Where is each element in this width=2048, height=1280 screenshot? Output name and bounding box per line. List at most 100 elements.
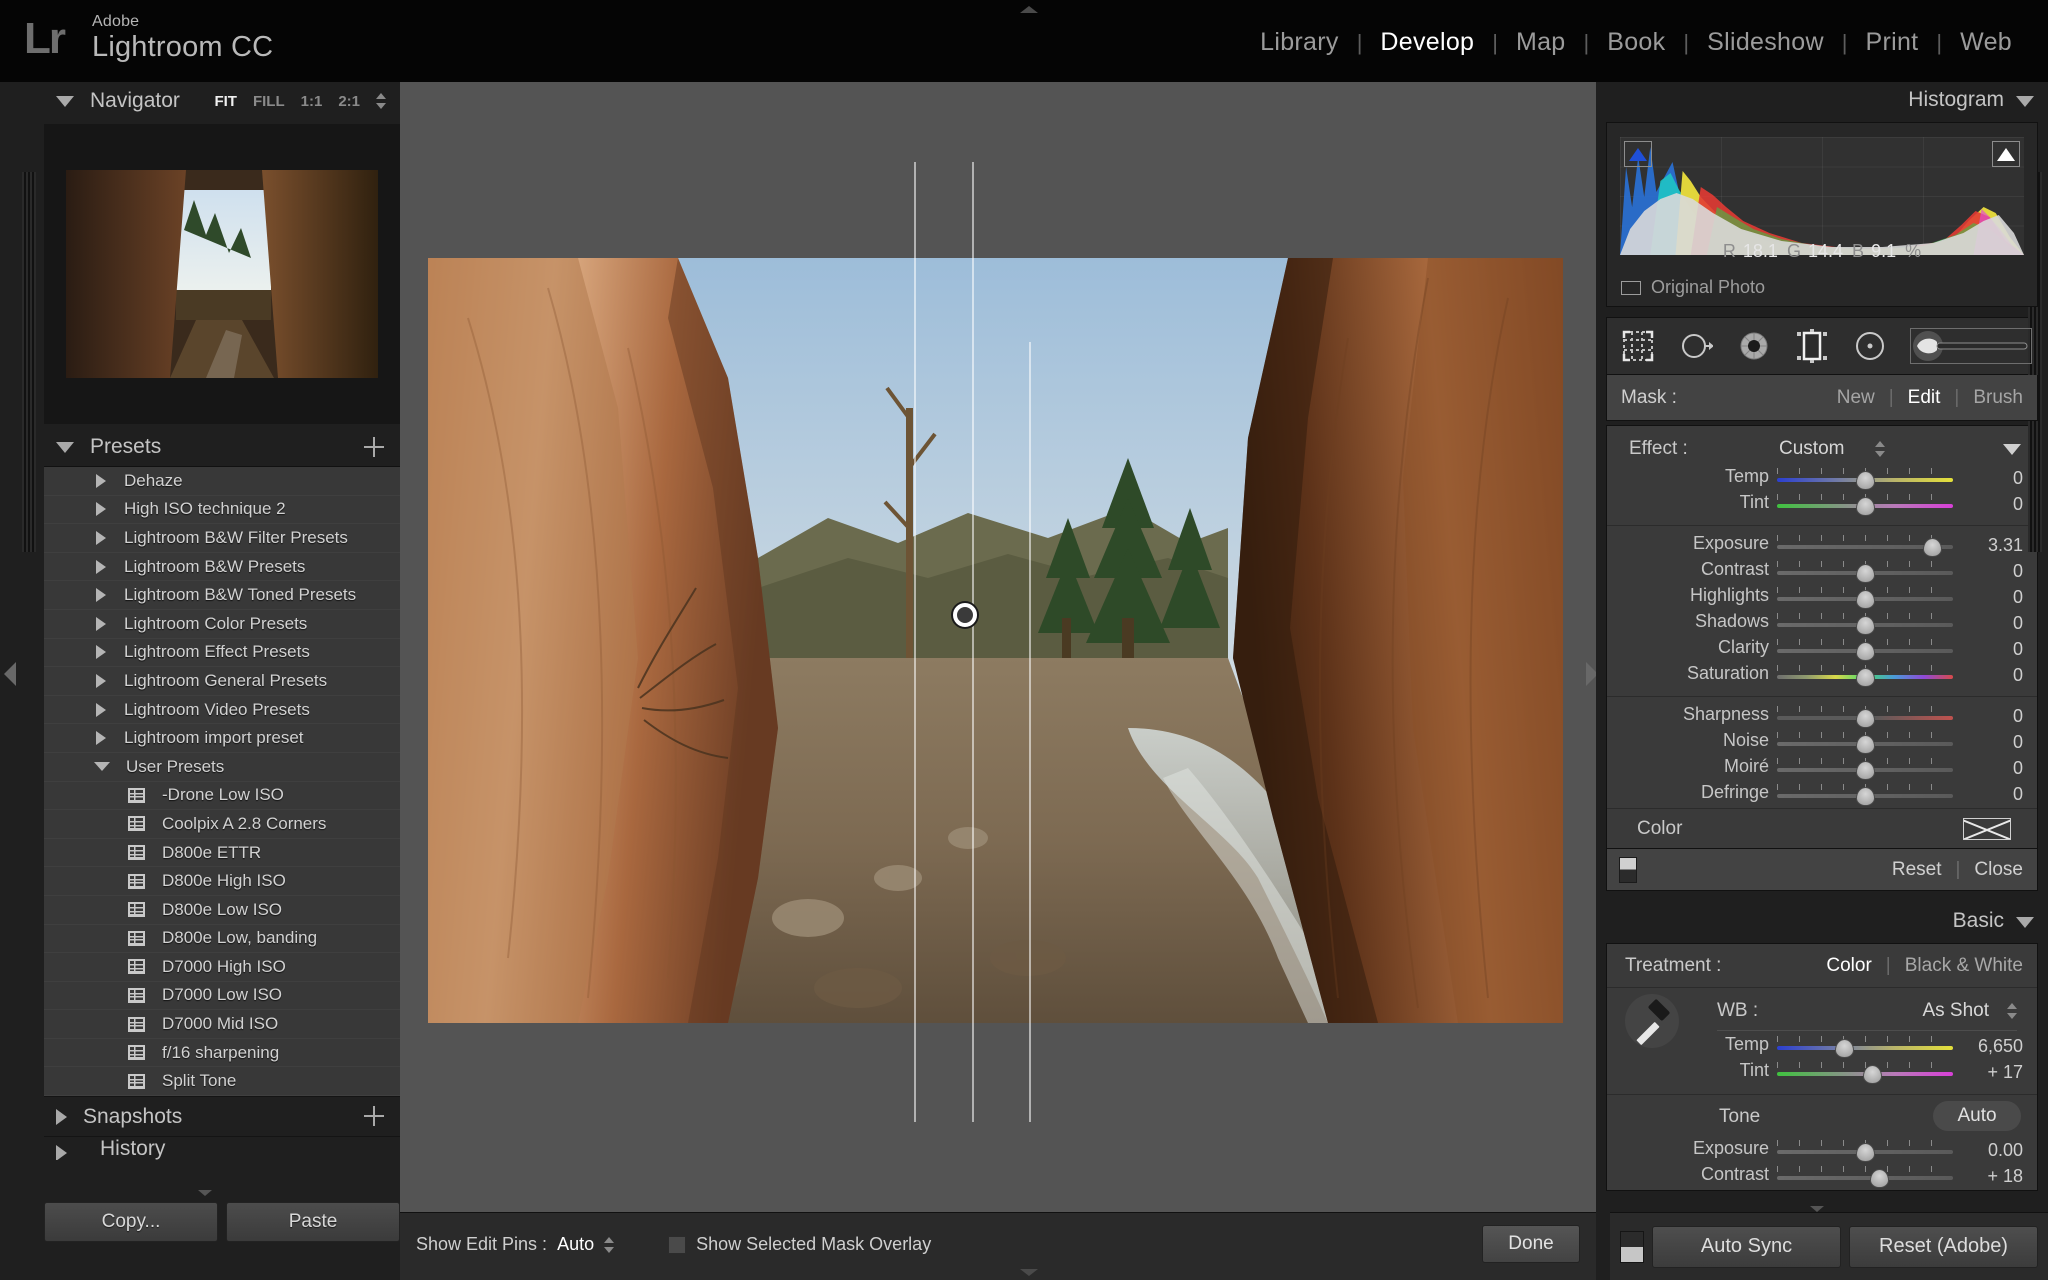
stepper-icon[interactable]: [2007, 1002, 2017, 1020]
mask-brush-button[interactable]: Brush: [1973, 387, 2023, 409]
snapshots-header[interactable]: Snapshots: [44, 1096, 400, 1137]
slider-knob[interactable]: [1856, 1143, 1875, 1162]
slider-moir-[interactable]: Moiré 0: [1607, 756, 2037, 782]
preset-folder[interactable]: Lightroom Video Presets: [44, 696, 400, 725]
wb-value[interactable]: As Shot: [1922, 1000, 1989, 1022]
slider-value[interactable]: 0: [1957, 665, 2023, 686]
module-develop[interactable]: Develop: [1362, 28, 1492, 57]
slider-exposure[interactable]: Exposure 3.31: [1607, 533, 2037, 559]
slider-knob[interactable]: [1856, 564, 1875, 583]
left-panel-collapse-arrow[interactable]: [4, 662, 16, 686]
slider-knob[interactable]: [1863, 1065, 1883, 1084]
bottom-filmstrip-caret[interactable]: [1020, 1269, 1038, 1276]
slider-value[interactable]: + 18: [1957, 1166, 2023, 1187]
preset-folder[interactable]: Lightroom B&W Presets: [44, 553, 400, 582]
slider-clarity[interactable]: Clarity 0: [1607, 637, 2037, 663]
adjustment-brush-tool-icon[interactable]: [1911, 329, 2031, 363]
zoom-level-1-1[interactable]: 1:1: [301, 93, 323, 110]
preset-folder[interactable]: Lightroom Effect Presets: [44, 639, 400, 668]
slider-knob[interactable]: [1922, 538, 1942, 557]
stepper-icon[interactable]: [376, 92, 386, 110]
highlight-clipping-indicator[interactable]: [1992, 141, 2020, 167]
slider-saturation[interactable]: Saturation 0: [1607, 663, 2037, 689]
slider-temp[interactable]: Temp 0: [1607, 466, 2037, 492]
slider-value[interactable]: 0: [1957, 639, 2023, 660]
basic-header[interactable]: Basic: [1596, 903, 2048, 943]
slider-value[interactable]: 0: [1957, 732, 2023, 753]
preset-item[interactable]: -Drone Low ISO: [44, 782, 400, 811]
slider-tint[interactable]: Tint + 17: [1607, 1060, 2037, 1086]
mask-edit-pin[interactable]: [953, 603, 977, 627]
presets-header[interactable]: Presets: [44, 428, 400, 466]
preset-folder[interactable]: Lightroom Color Presets: [44, 610, 400, 639]
graduated-filter-tool-icon[interactable]: [1795, 329, 1829, 363]
color-swatch-none-icon[interactable]: [1963, 817, 2011, 840]
radial-filter-tool-icon[interactable]: [1853, 329, 1887, 363]
add-snapshot-icon[interactable]: [364, 1106, 384, 1127]
preset-item[interactable]: D7000 High ISO: [44, 953, 400, 982]
add-preset-icon[interactable]: [364, 437, 384, 457]
zoom-level-2-1[interactable]: 2:1: [338, 93, 360, 110]
effect-preset-row[interactable]: Effect : Custom: [1607, 432, 2037, 466]
preset-folder[interactable]: Lightroom B&W Toned Presets: [44, 581, 400, 610]
slider-value[interactable]: 0: [1957, 784, 2023, 805]
reset-adobe-button[interactable]: Reset (Adobe): [1849, 1225, 2038, 1268]
slider-knob[interactable]: [1856, 761, 1875, 780]
slider-shadows[interactable]: Shadows 0: [1607, 611, 2037, 637]
slider-value[interactable]: 6,650: [1957, 1036, 2023, 1057]
preset-item[interactable]: D800e High ISO: [44, 867, 400, 896]
preset-item[interactable]: D800e ETTR: [44, 839, 400, 868]
slider-value[interactable]: 3.31: [1957, 535, 2023, 556]
preset-folder[interactable]: Lightroom import preset: [44, 724, 400, 753]
module-book[interactable]: Book: [1589, 28, 1683, 57]
left-panel-bottom-caret[interactable]: [198, 1190, 212, 1196]
done-button[interactable]: Done: [1482, 1225, 1580, 1263]
original-photo-toggle[interactable]: Original Photo: [1621, 277, 1765, 298]
mask-edit-button[interactable]: Edit: [1908, 387, 1941, 409]
treatment-bw-button[interactable]: Black & White: [1905, 955, 2023, 977]
slider-temp[interactable]: Temp 6,650: [1607, 1034, 2037, 1060]
effect-value[interactable]: Custom: [1779, 438, 1844, 460]
preset-item[interactable]: Split Tone: [44, 1067, 400, 1097]
shadow-clipping-indicator[interactable]: [1624, 141, 1652, 167]
preset-item[interactable]: D7000 Low ISO: [44, 982, 400, 1011]
histogram-header[interactable]: Histogram: [1596, 82, 2048, 120]
preset-folder[interactable]: Lightroom B&W Filter Presets: [44, 524, 400, 553]
history-header[interactable]: History: [44, 1136, 400, 1161]
preset-folder[interactable]: High ISO technique 2: [44, 496, 400, 525]
slider-knob[interactable]: [1856, 616, 1875, 635]
auto-sync-button[interactable]: Auto Sync: [1652, 1225, 1841, 1268]
image-canvas[interactable]: [400, 82, 1596, 1212]
photo-preview[interactable]: [428, 258, 1563, 1023]
slider-knob[interactable]: [1856, 735, 1875, 754]
slider-track[interactable]: [1777, 1176, 1953, 1180]
slider-knob[interactable]: [1856, 497, 1875, 516]
paste-button[interactable]: Paste: [226, 1202, 400, 1242]
slider-value[interactable]: + 17: [1957, 1062, 2023, 1083]
slider-value[interactable]: 0: [1957, 613, 2023, 634]
preset-item[interactable]: f/16 sharpening: [44, 1039, 400, 1068]
module-print[interactable]: Print: [1848, 28, 1937, 57]
navigator-preview[interactable]: [44, 124, 400, 424]
slider-value[interactable]: 0: [1957, 758, 2023, 779]
slider-knob[interactable]: [1856, 787, 1875, 806]
slider-contrast[interactable]: Contrast + 18: [1607, 1164, 2037, 1190]
preset-item[interactable]: D800e Low ISO: [44, 896, 400, 925]
zoom-level-fill[interactable]: FILL: [253, 93, 285, 110]
slider-knob[interactable]: [1856, 590, 1875, 609]
slider-knob[interactable]: [1856, 709, 1875, 728]
zoom-level-fit[interactable]: FIT: [214, 93, 237, 110]
slider-value[interactable]: 0.00: [1957, 1140, 2023, 1161]
preset-folder[interactable]: Lightroom General Presets: [44, 667, 400, 696]
module-web[interactable]: Web: [1942, 28, 2030, 57]
preset-item[interactable]: D7000 Mid ISO: [44, 1010, 400, 1039]
stepper-icon[interactable]: [604, 1236, 615, 1254]
effect-close-button[interactable]: Close: [1974, 859, 2023, 881]
treatment-color-button[interactable]: Color: [1826, 955, 1871, 977]
crop-tool-icon[interactable]: [1621, 329, 1655, 363]
effect-reset-button[interactable]: Reset: [1892, 859, 1942, 881]
histogram-plot[interactable]: [1620, 137, 2024, 255]
preset-folder[interactable]: User Presets: [44, 753, 400, 782]
red-eye-tool-icon[interactable]: [1737, 329, 1771, 363]
slider-knob[interactable]: [1834, 1039, 1854, 1058]
